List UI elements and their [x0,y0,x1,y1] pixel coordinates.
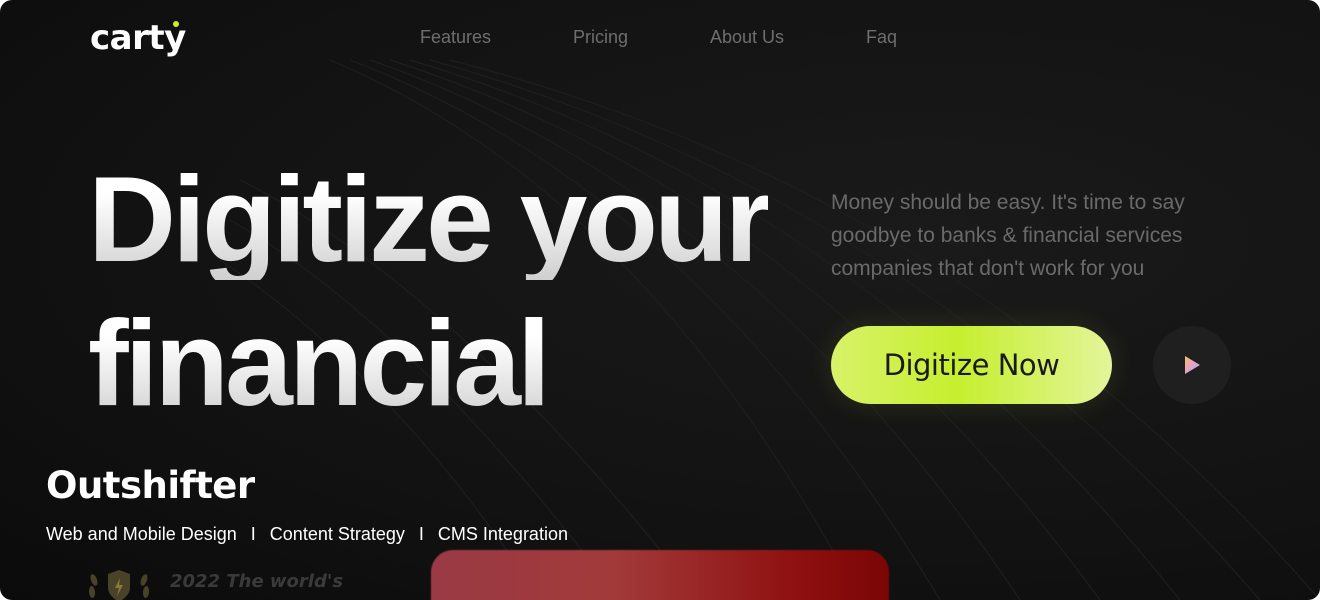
digitize-now-button[interactable]: Digitize Now [831,326,1112,404]
laurel-shield-icon [88,570,150,600]
services-separator: I [418,524,424,544]
project-title: Outshifter [46,464,255,507]
service-web-mobile-design: Web and Mobile Design [46,524,237,544]
project-card[interactable]: carty Features Pricing About Us Faq Digi… [0,0,1320,600]
services-list: Web and Mobile Design I Content Strategy… [46,524,568,545]
services-separator: I [250,524,256,544]
hero-tagline-line-1: Money should be easy. It's time to say [831,191,1185,214]
hero-tagline-line-3: companies that don't work for you [831,257,1145,280]
nav-link-faq[interactable]: Faq [866,27,897,48]
nav-link-features[interactable]: Features [420,27,491,48]
logo-accent-dot [173,21,179,27]
play-video-button[interactable] [1153,326,1231,404]
nav-link-pricing[interactable]: Pricing [573,27,628,48]
play-icon [1185,356,1200,374]
hero-headline-line-2: financial [88,295,551,431]
service-cms-integration: CMS Integration [437,524,568,544]
nav-link-about-us[interactable]: About Us [710,27,784,48]
brand-logo[interactable]: carty [90,18,186,58]
hero-tagline-line-2: goodbye to banks & financial services [831,224,1183,247]
award-text: 2022 The world's [170,571,344,592]
hero-headline-line-1: Digitize your [88,151,772,287]
service-content-strategy: Content Strategy [269,524,405,544]
hero-tagline: Money should be easy. It's time to say g… [831,186,1251,285]
preview-card [431,550,889,600]
